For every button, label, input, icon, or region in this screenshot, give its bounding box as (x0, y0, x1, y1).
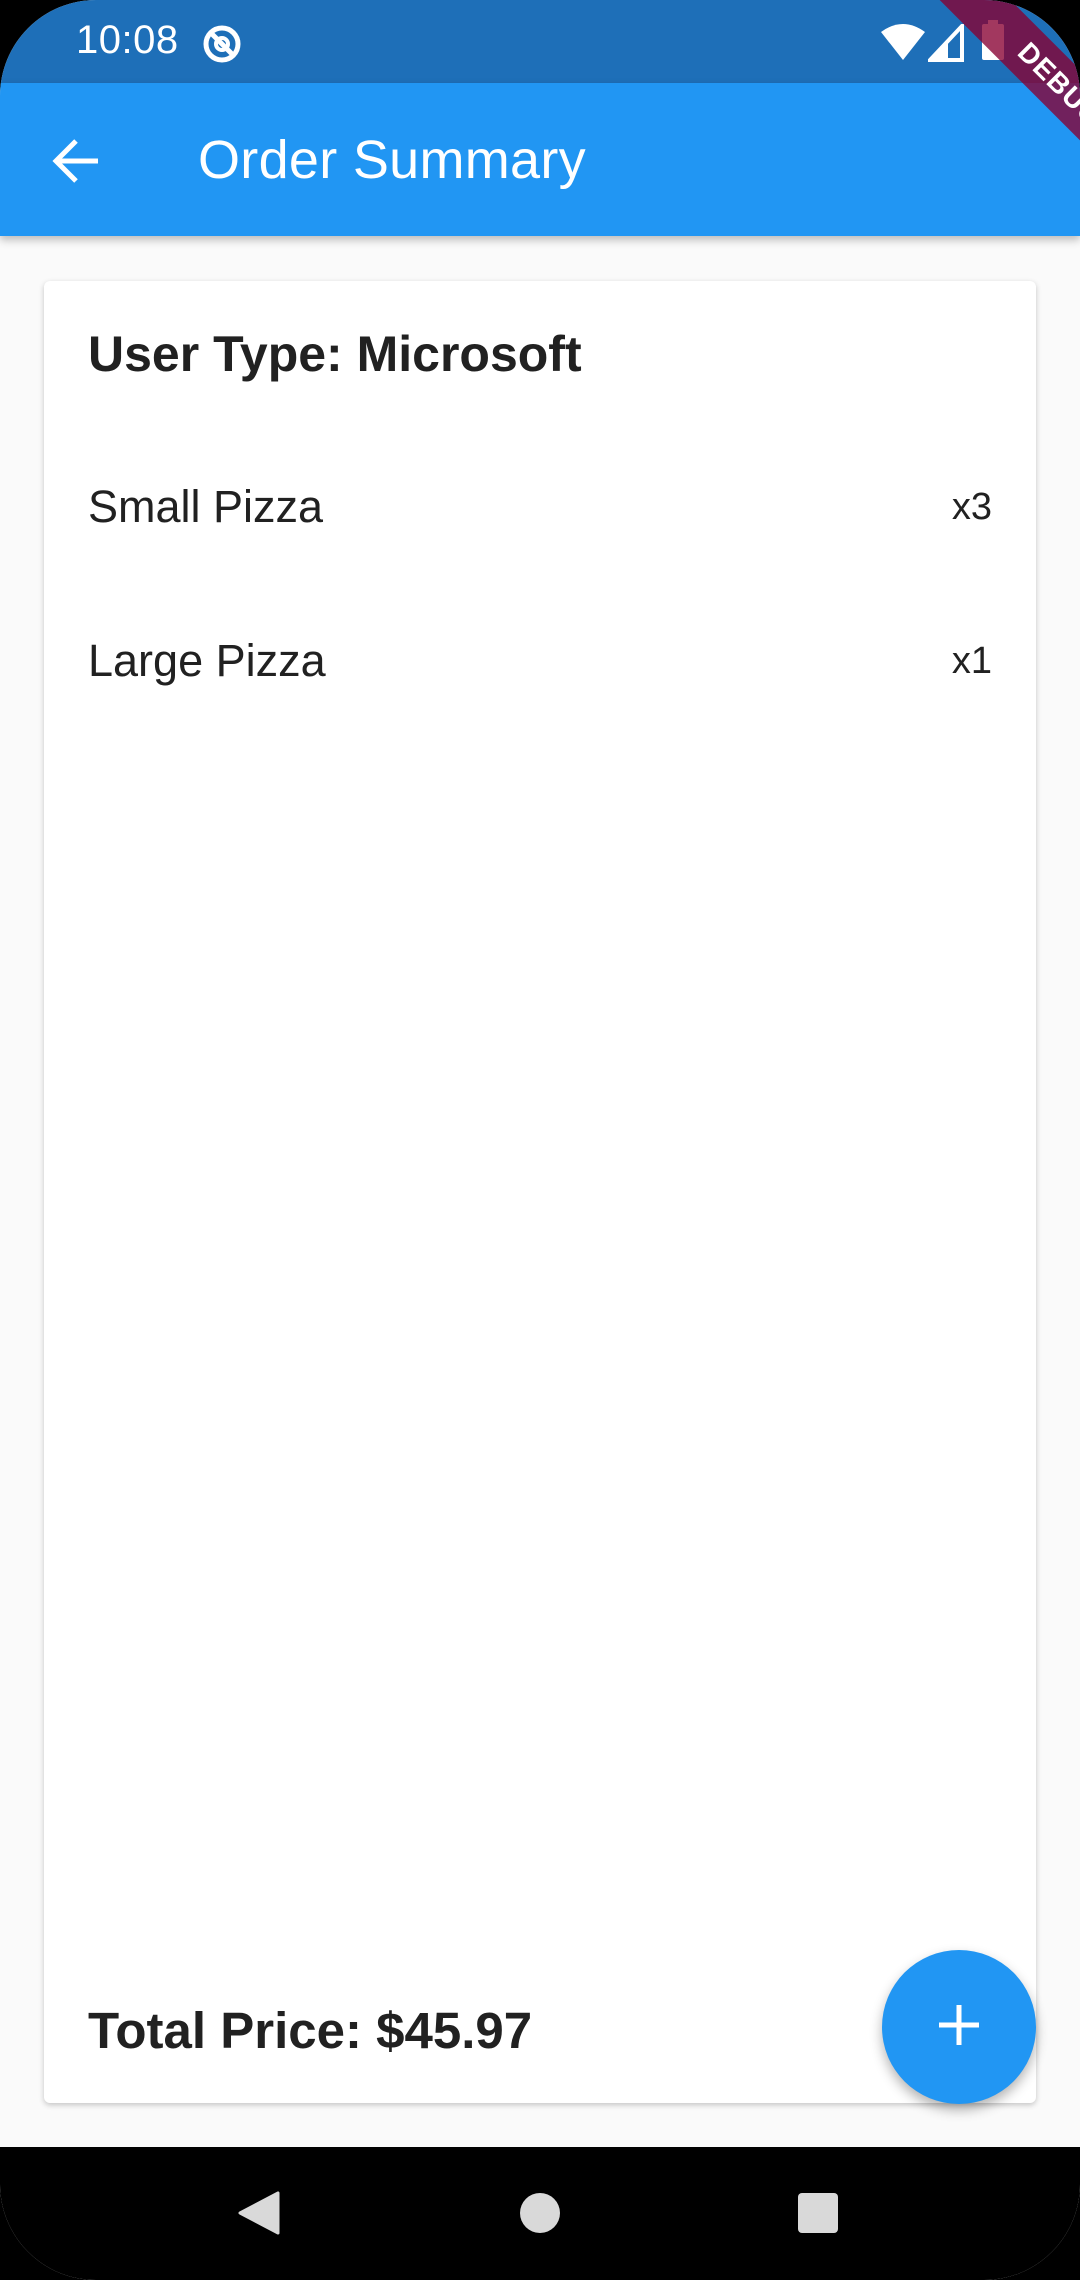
add-button[interactable] (882, 1950, 1036, 2104)
recents-square-icon (796, 2191, 840, 2240)
add-icon (937, 2003, 981, 2052)
nav-recents-button[interactable] (778, 2175, 858, 2255)
arrow-back-icon (50, 135, 102, 192)
item-name: Large Pizza (88, 635, 326, 686)
status-time: 10:08 (76, 18, 179, 62)
screen: 10:08 DEBUG Order Summary User Type: Mic… (0, 0, 1080, 2280)
item-quantity: x1 (951, 640, 992, 682)
back-button[interactable] (34, 121, 118, 205)
signal-icon (925, 20, 964, 67)
status-bar: 10:08 (0, 0, 1080, 83)
item-name: Small Pizza (88, 481, 324, 532)
navigation-bar (0, 2147, 1080, 2280)
home-circle-icon (518, 2191, 562, 2240)
app-bar: Order Summary (0, 83, 1080, 236)
order-item: Large Pizza x1 (44, 605, 1036, 715)
user-type-label: User Type: Microsoft (88, 326, 582, 382)
back-triangle-icon (236, 2189, 284, 2242)
nav-home-button[interactable] (500, 2175, 580, 2255)
page-title: Order Summary (198, 130, 586, 190)
item-quantity: x3 (951, 486, 992, 528)
total-price: Total Price: $45.97 (88, 2002, 533, 2059)
sync-icon (202, 24, 242, 69)
nav-back-button[interactable] (220, 2175, 300, 2255)
order-item: Small Pizza x3 (44, 451, 1036, 561)
wifi-icon (880, 22, 926, 67)
order-summary-card: User Type: Microsoft Small Pizza x3 Larg… (44, 281, 1036, 2103)
